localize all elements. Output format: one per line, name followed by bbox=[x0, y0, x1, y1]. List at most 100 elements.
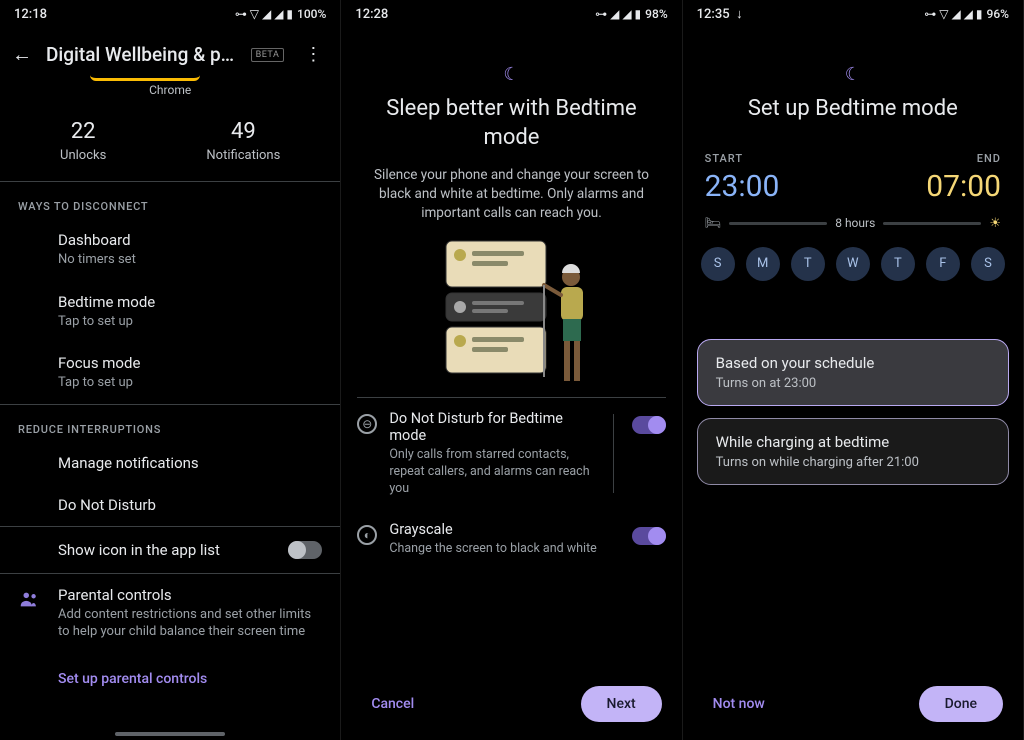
status-right: ⊶ ◢ ◢ ▮ 98% bbox=[595, 7, 668, 21]
day-thu[interactable]: T bbox=[881, 247, 915, 281]
day-wed[interactable]: W bbox=[836, 247, 870, 281]
parental-sub: Add content restrictions and set other l… bbox=[58, 606, 322, 641]
separator bbox=[613, 414, 614, 494]
status-icons: ⊶ ▽ ◢ ◢ ▮ bbox=[235, 7, 293, 21]
dnd-sub: Only calls from starred contacts, repeat… bbox=[389, 447, 594, 498]
bedtime-sub: Tap to set up bbox=[58, 313, 322, 331]
cancel-button[interactable]: Cancel bbox=[361, 688, 424, 720]
bedtime-title: Bedtime mode bbox=[58, 293, 322, 311]
grayscale-toggle[interactable] bbox=[632, 527, 666, 545]
gray-sub: Change the screen to black and white bbox=[389, 541, 619, 558]
days-row: S M T W T F S bbox=[683, 243, 1023, 303]
status-right: ⊶ ▽ ◢ ◢ ▮ 100% bbox=[235, 7, 327, 21]
panel-bedtime-intro: 12:28 ⊶ ◢ ◢ ▮ 98% ☾ Sleep better with Be… bbox=[341, 0, 682, 740]
focus-title: Focus mode bbox=[58, 354, 322, 372]
chrome-usage: Chrome bbox=[0, 75, 340, 103]
nav-handle[interactable] bbox=[115, 732, 225, 736]
page-title: Digital Wellbeing & pa… bbox=[46, 43, 237, 66]
app-bar: ← Digital Wellbeing & pa… BETA ⋮ bbox=[0, 28, 340, 75]
item-focus[interactable]: Focus mode Tap to set up bbox=[0, 342, 340, 404]
not-now-button[interactable]: Not now bbox=[703, 688, 775, 720]
item-show-icon[interactable]: Show icon in the app list bbox=[0, 527, 340, 573]
end-label: END bbox=[926, 152, 1001, 165]
bedtime-illustration bbox=[416, 237, 606, 397]
manage-title: Manage notifications bbox=[58, 454, 322, 472]
show-icon-toggle[interactable] bbox=[288, 541, 322, 559]
bottom-bar: Cancel Next bbox=[341, 672, 681, 740]
setting-dnd: ⊖ Do Not Disturb for Bedtime mode Only c… bbox=[341, 398, 681, 510]
section-ways: WAYS TO DISCONNECT bbox=[0, 182, 340, 219]
item-dashboard[interactable]: Dashboard No timers set bbox=[0, 219, 340, 281]
item-manage-notifications[interactable]: Manage notifications bbox=[0, 442, 340, 484]
end-time[interactable]: END 07:00 bbox=[926, 152, 1001, 204]
item-parental: Parental controls Add content restrictio… bbox=[0, 574, 340, 653]
grayscale-icon: ◐ bbox=[357, 525, 377, 545]
bed-icon: 🛏 bbox=[705, 216, 722, 231]
day-sun[interactable]: S bbox=[701, 247, 735, 281]
notifs-label: Notifications bbox=[206, 148, 280, 163]
focus-sub: Tap to set up bbox=[58, 374, 322, 392]
status-bar: 12:35 ↓ ⊶ ▽ ◢ ◢ ▮ 96% bbox=[683, 0, 1023, 28]
status-time: 12:18 bbox=[14, 7, 47, 22]
dnd-title: Do Not Disturb for Bedtime mode bbox=[389, 410, 594, 444]
panel-wellbeing: 12:18 ⊶ ▽ ◢ ◢ ▮ 100% ← Digital Wellbeing… bbox=[0, 0, 341, 740]
dashboard-title: Dashboard bbox=[58, 231, 322, 249]
next-button[interactable]: Next bbox=[581, 686, 662, 722]
start-time[interactable]: START 23:00 bbox=[705, 152, 780, 204]
day-fri[interactable]: F bbox=[926, 247, 960, 281]
intro-desc: Silence your phone and change your scree… bbox=[341, 162, 681, 237]
stat-notifications[interactable]: 49 Notifications bbox=[206, 119, 280, 163]
parental-title: Parental controls bbox=[58, 586, 322, 604]
moon-icon: ☾ bbox=[341, 28, 681, 85]
duration-label: 8 hours bbox=[835, 216, 875, 230]
card-schedule[interactable]: Based on your schedule Turns on at 23:00 bbox=[697, 339, 1009, 406]
slider-track[interactable] bbox=[729, 223, 827, 224]
status-time: 12:28 bbox=[355, 7, 388, 22]
dnd-title: Do Not Disturb bbox=[58, 496, 322, 514]
bottom-bar: Not now Done bbox=[683, 672, 1023, 740]
dnd-icon: ⊖ bbox=[357, 414, 377, 434]
parental-icon bbox=[18, 588, 40, 610]
end-value: 07:00 bbox=[926, 169, 1001, 204]
status-battery: 96% bbox=[987, 7, 1009, 21]
setting-grayscale: ◐ Grayscale Change the screen to black a… bbox=[341, 509, 681, 570]
card-charging-sub: Turns on while charging after 21:00 bbox=[716, 455, 990, 470]
done-button[interactable]: Done bbox=[919, 686, 1003, 722]
status-icons: ⊶ ▽ ◢ ◢ ▮ bbox=[924, 7, 982, 21]
status-battery: 98% bbox=[645, 7, 667, 21]
day-sat[interactable]: S bbox=[971, 247, 1005, 281]
dashboard-sub: No timers set bbox=[58, 251, 322, 269]
slider-track[interactable] bbox=[883, 223, 981, 224]
duration-slider[interactable]: 🛏 8 hours ☀ bbox=[683, 210, 1023, 243]
status-time: 12:35 ↓ bbox=[697, 6, 743, 22]
notifs-count: 49 bbox=[206, 119, 280, 144]
stat-unlocks[interactable]: 22 Unlocks bbox=[60, 119, 106, 163]
status-battery: 100% bbox=[297, 7, 326, 21]
day-tue[interactable]: T bbox=[791, 247, 825, 281]
card-schedule-title: Based on your schedule bbox=[716, 354, 990, 372]
panel-bedtime-schedule: 12:35 ↓ ⊶ ▽ ◢ ◢ ▮ 96% ☾ Set up Bedtime m… bbox=[683, 0, 1024, 740]
moon-icon: ☾ bbox=[683, 28, 1023, 85]
dnd-toggle[interactable] bbox=[632, 416, 666, 434]
schedule-title: Set up Bedtime mode bbox=[683, 85, 1023, 134]
start-label: START bbox=[705, 152, 780, 165]
more-icon[interactable]: ⋮ bbox=[298, 44, 328, 65]
back-icon[interactable]: ← bbox=[12, 42, 32, 67]
section-reduce: REDUCE INTERRUPTIONS bbox=[0, 405, 340, 442]
status-right: ⊶ ▽ ◢ ◢ ▮ 96% bbox=[924, 7, 1009, 21]
day-mon[interactable]: M bbox=[746, 247, 780, 281]
status-bar: 12:18 ⊶ ▽ ◢ ◢ ▮ 100% bbox=[0, 0, 340, 28]
item-bedtime[interactable]: Bedtime mode Tap to set up bbox=[0, 281, 340, 343]
start-value: 23:00 bbox=[705, 169, 780, 204]
sun-icon: ☀ bbox=[989, 216, 1001, 231]
show-icon-title: Show icon in the app list bbox=[58, 541, 220, 559]
unlocks-count: 22 bbox=[60, 119, 106, 144]
item-dnd[interactable]: Do Not Disturb bbox=[0, 484, 340, 526]
beta-badge: BETA bbox=[251, 48, 285, 62]
intro-title: Sleep better with Bedtime mode bbox=[341, 85, 681, 162]
gray-title: Grayscale bbox=[389, 521, 619, 538]
card-schedule-sub: Turns on at 23:00 bbox=[716, 376, 990, 391]
parental-link[interactable]: Set up parental controls bbox=[0, 653, 340, 693]
status-icons: ⊶ ◢ ◢ ▮ bbox=[595, 7, 641, 21]
card-charging[interactable]: While charging at bedtime Turns on while… bbox=[697, 418, 1009, 485]
